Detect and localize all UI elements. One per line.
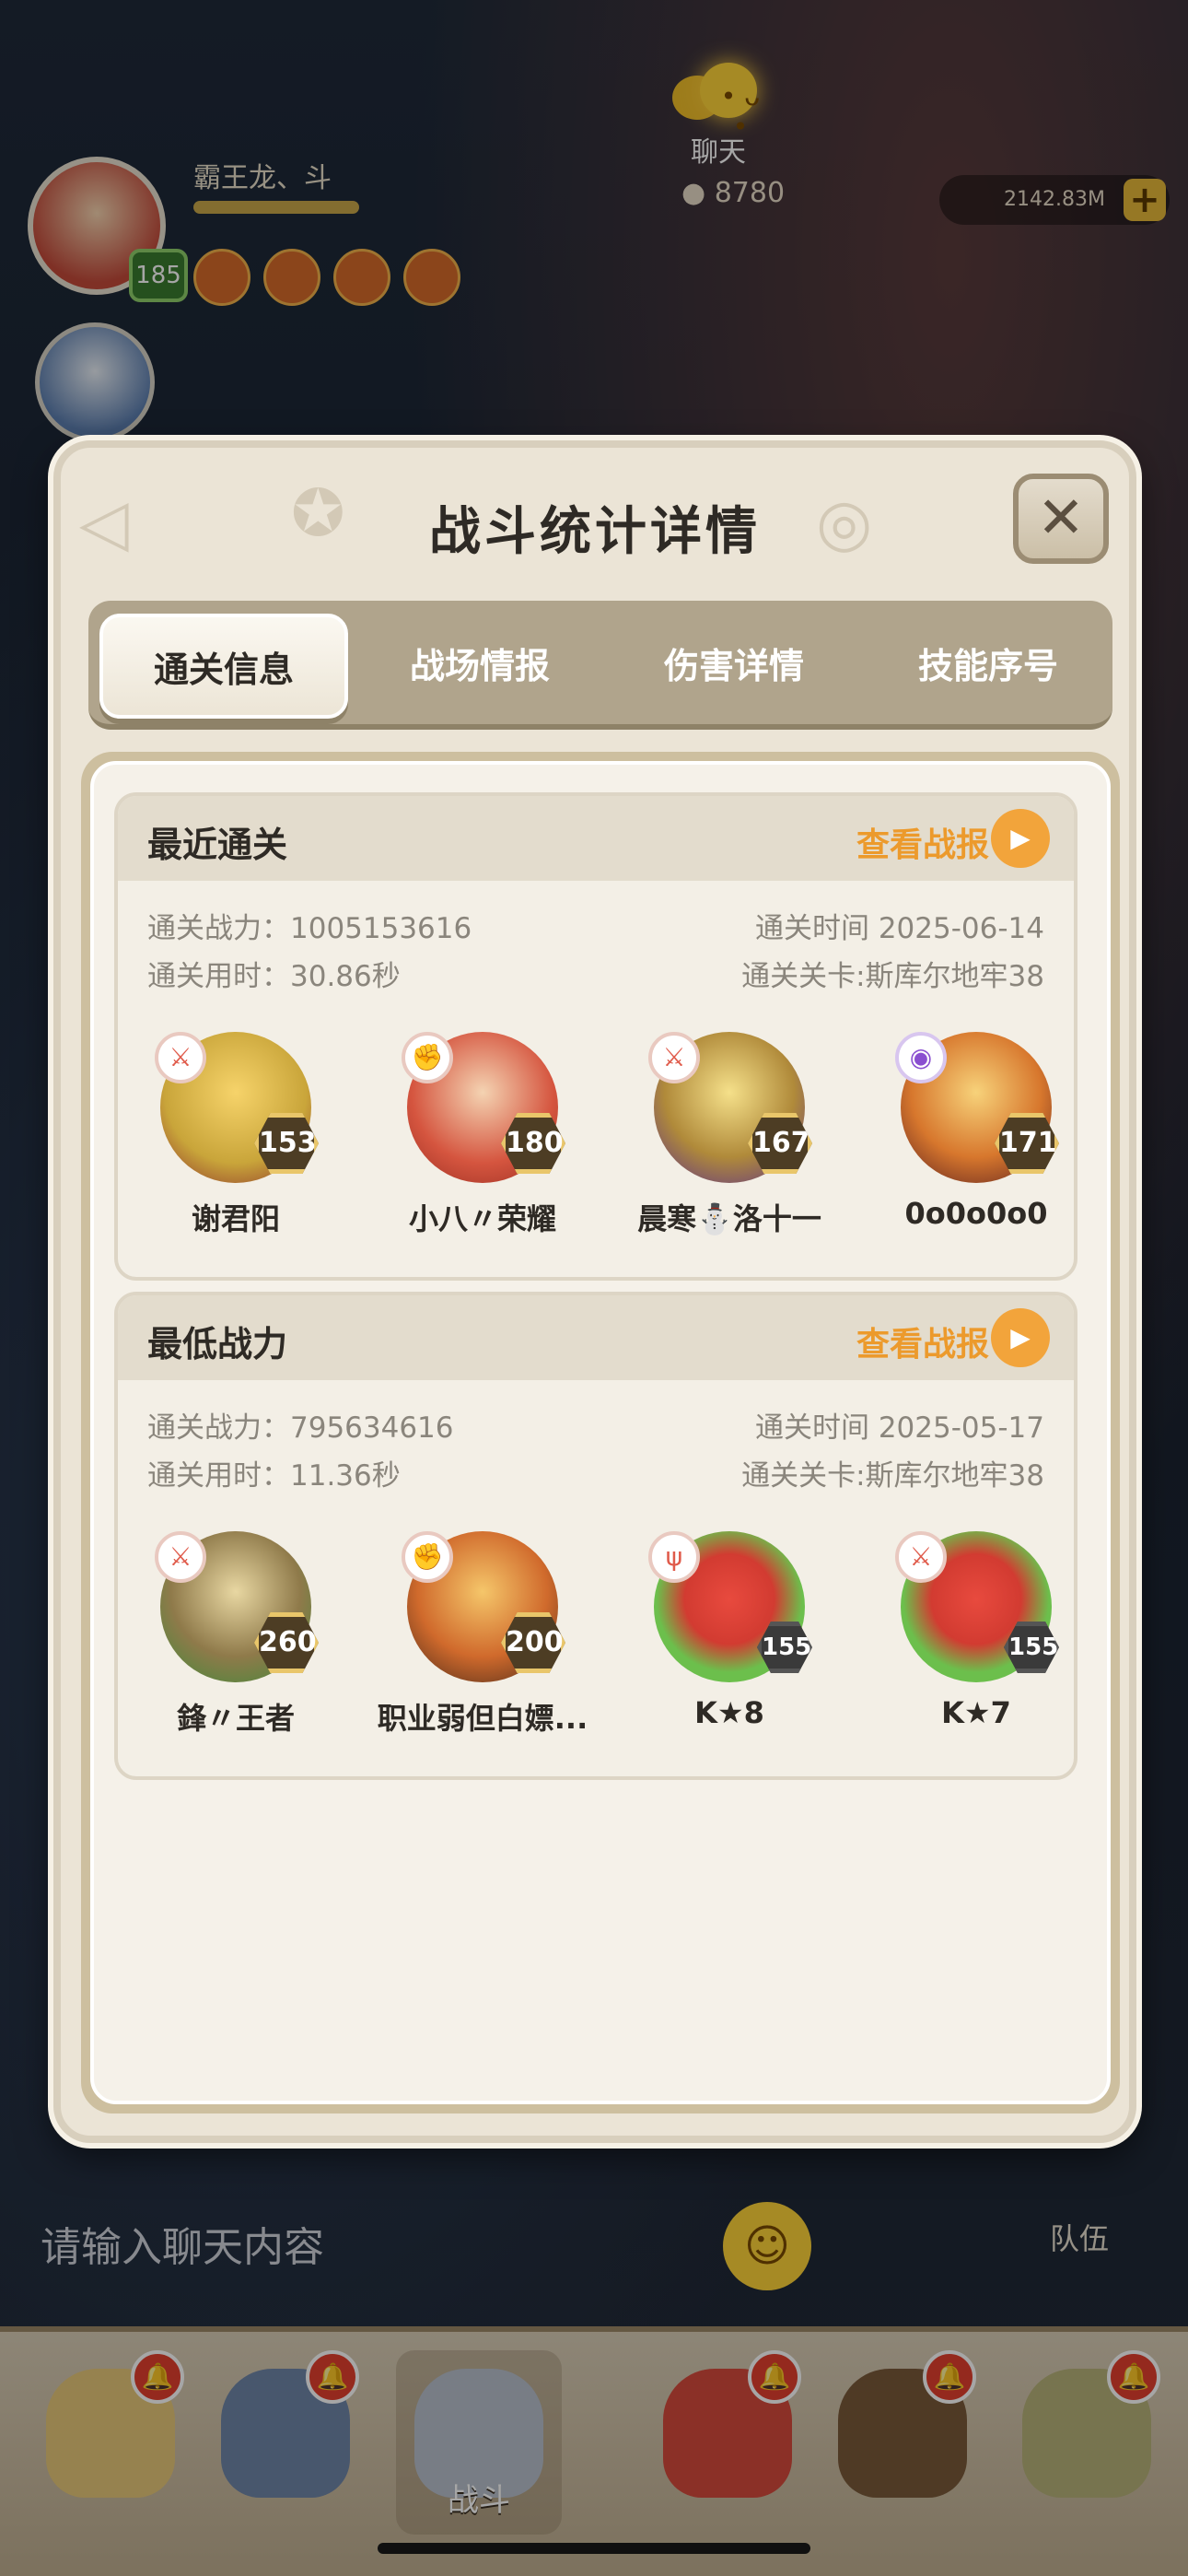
- hero-portrait: ✊ 180: [402, 1032, 565, 1183]
- hero-level: 171: [995, 1113, 1059, 1174]
- hero-name: K★8: [694, 1695, 764, 1730]
- hero-card[interactable]: ⚔ 260 鋒〃王者: [125, 1531, 346, 1762]
- hero-name: 职业弱但白嫖...: [377, 1701, 588, 1736]
- content-frame: 最近通关 查看战报 ▶ 通关战力：1005153616 通关时间 2025-06…: [81, 752, 1120, 2113]
- clear-duration: 通关用时：30.86秒: [147, 960, 401, 993]
- tab-skill-order[interactable]: 技能序号: [864, 614, 1112, 719]
- battle-stats-modal: ◁ ✪ ◎ 战斗统计详情 ✕ 通关信息 战场情报 伤害详情 技能序号 最近通关 …: [53, 440, 1136, 2143]
- hero-card[interactable]: ⚔ 167 晨寒⛄洛十一: [619, 1032, 840, 1262]
- play-icon[interactable]: ▶: [991, 809, 1050, 868]
- hero-level: 260: [254, 1612, 319, 1673]
- hero-card[interactable]: ⚔ 155 K★7: [866, 1531, 1087, 1762]
- clear-time: 通关时间 2025-06-14: [754, 912, 1044, 945]
- content-panel: 最近通关 查看战报 ▶ 通关战力：1005153616 通关时间 2025-06…: [90, 761, 1111, 2104]
- hero-level: 167: [748, 1113, 812, 1174]
- clear-stage: 通关关卡:斯库尔地牢38: [741, 1459, 1044, 1493]
- hero-name: K★7: [941, 1695, 1011, 1730]
- section-header: 最低战力 查看战报 ▶: [118, 1295, 1074, 1380]
- clear-time: 通关时间 2025-05-17: [754, 1411, 1044, 1445]
- modal-title: 战斗统计详情: [429, 502, 761, 562]
- hero-portrait: ⚔ 167: [648, 1032, 812, 1183]
- clear-stage: 通关关卡:斯库尔地牢38: [741, 960, 1044, 993]
- sword-icon: ⚔: [648, 1032, 700, 1083]
- hero-portrait: ⚔ 260: [155, 1531, 319, 1682]
- section-title: 最低战力: [147, 1324, 288, 1364]
- hero-level: 153: [254, 1113, 319, 1174]
- hero-name: 谢君阳: [191, 1201, 280, 1236]
- hero-card[interactable]: ◉ 171 0o0o0o0: [866, 1032, 1087, 1262]
- hero-name: 晨寒⛄洛十一: [637, 1201, 821, 1236]
- close-icon[interactable]: ✕: [1013, 474, 1109, 564]
- hero-level: 155: [1004, 1622, 1059, 1673]
- tab-bar: 通关信息 战场情报 伤害详情 技能序号: [88, 601, 1112, 730]
- section-title: 最近通关: [147, 825, 288, 865]
- clear-power: 通关战力：795634616: [147, 1411, 454, 1445]
- sword-icon: ⚔: [155, 1531, 206, 1583]
- hero-name: 小八〃荣耀: [408, 1201, 556, 1236]
- clear-duration: 通关用时：11.36秒: [147, 1459, 401, 1493]
- view-report-link[interactable]: 查看战报: [856, 1317, 989, 1365]
- clear-power: 通关战力：1005153616: [147, 912, 472, 945]
- play-icon[interactable]: ▶: [991, 1308, 1050, 1367]
- trident-icon: ψ: [648, 1531, 700, 1583]
- section-recent-clear: 最近通关 查看战报 ▶ 通关战力：1005153616 通关时间 2025-06…: [114, 792, 1077, 1281]
- fist-icon: ✊: [402, 1032, 453, 1083]
- sword-icon: ⚔: [155, 1032, 206, 1083]
- section-header: 最近通关 查看战报 ▶: [118, 796, 1074, 881]
- fist-icon: ✊: [402, 1531, 453, 1583]
- hero-level: 200: [501, 1612, 565, 1673]
- hero-portrait: ✊ 200: [402, 1531, 565, 1682]
- hero-portrait: ◉ 171: [895, 1032, 1059, 1183]
- orb-icon: ◉: [895, 1032, 947, 1083]
- hero-portrait: ψ 155: [648, 1531, 812, 1682]
- tab-clear-info[interactable]: 通关信息: [99, 614, 348, 719]
- hero-card[interactable]: ⚔ 153 谢君阳: [125, 1032, 346, 1262]
- hero-level: 155: [757, 1622, 812, 1673]
- hero-card[interactable]: ✊ 200 职业弱但白嫖...: [372, 1531, 593, 1762]
- hero-card[interactable]: ψ 155 K★8: [619, 1531, 840, 1762]
- tab-battlefield-intel[interactable]: 战场情报: [355, 614, 604, 719]
- hero-portrait: ⚔ 155: [895, 1531, 1059, 1682]
- section-lowest-power: 最低战力 查看战报 ▶ 通关战力：795634616 通关时间 2025-05-…: [114, 1292, 1077, 1780]
- hero-list: ⚔ 153 谢君阳 ✊ 180 小八〃荣耀 ⚔ 167 晨寒⛄洛十一 ◉ 171…: [118, 1032, 1081, 1262]
- view-report-link[interactable]: 查看战报: [856, 818, 989, 866]
- hero-level: 180: [501, 1113, 565, 1174]
- sword-icon: ⚔: [895, 1531, 947, 1583]
- hero-card[interactable]: ✊ 180 小八〃荣耀: [372, 1032, 593, 1262]
- tab-damage-details[interactable]: 伤害详情: [610, 614, 858, 719]
- hero-name: 0o0o0o0: [904, 1196, 1048, 1231]
- hero-name: 鋒〃王者: [176, 1701, 295, 1736]
- hero-list: ⚔ 260 鋒〃王者 ✊ 200 职业弱但白嫖... ψ 155 K★8 ⚔ 1…: [118, 1531, 1081, 1762]
- hero-portrait: ⚔ 153: [155, 1032, 319, 1183]
